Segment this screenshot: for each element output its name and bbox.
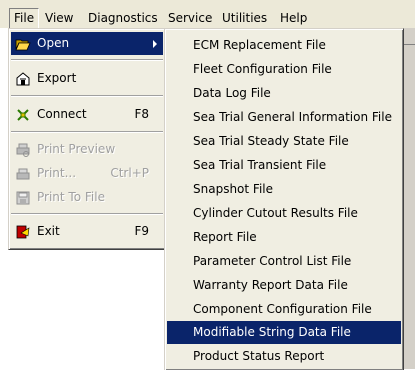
submenu-item[interactable]: Sea Trial Steady State File <box>167 130 401 153</box>
print-to-file-icon <box>15 190 31 206</box>
submenu-item-label: Sea Trial General Information File <box>193 110 392 124</box>
file-menu-item-print-to-file[interactable]: Print To File <box>11 186 163 209</box>
menu-service[interactable]: Service <box>163 8 217 28</box>
submenu-item[interactable]: Product Status Report <box>167 345 401 368</box>
file-menu-item-exit[interactable]: Exit F9 <box>11 220 163 243</box>
submenu-item[interactable]: ECM Replacement File <box>167 34 401 57</box>
file-menu-item-connect[interactable]: Connect F8 <box>11 103 163 126</box>
submenu-item-label: Data Log File <box>193 86 271 100</box>
menu-bar: File View Diagnostics Service Utilities … <box>0 0 415 30</box>
file-menu-item-label: Print... <box>37 166 77 180</box>
connect-icon <box>15 107 31 123</box>
menu-separator <box>11 59 163 61</box>
file-menu-item-label: Connect <box>37 107 87 121</box>
submenu-item-label: Snapshot File <box>193 182 273 196</box>
submenu-item-label: Product Status Report <box>193 349 325 363</box>
open-submenu: ECM Replacement File Fleet Configuration… <box>164 28 404 370</box>
file-menu-item-label: Print Preview <box>37 142 116 156</box>
submenu-item-label: ECM Replacement File <box>193 38 326 52</box>
menu-bar-strip: File View Diagnostics Service Utilities … <box>0 8 415 30</box>
menu-view[interactable]: View <box>40 8 78 28</box>
submenu-item-label: Cylinder Cutout Results File <box>193 206 358 220</box>
menu-help[interactable]: Help <box>275 8 312 28</box>
open-folder-icon <box>15 36 31 52</box>
submenu-item[interactable]: Warranty Report Data File <box>167 274 401 297</box>
file-menu-item-export[interactable]: Export <box>11 67 163 90</box>
menu-diagnostics[interactable]: Diagnostics <box>83 8 163 28</box>
submenu-item[interactable]: Fleet Configuration File <box>167 58 401 81</box>
printer-icon <box>15 166 31 182</box>
file-menu-item-print-preview[interactable]: Print Preview <box>11 138 163 161</box>
shortcut-label: F8 <box>134 107 149 121</box>
submenu-item-label: Modifiable String Data File <box>193 325 351 339</box>
submenu-item-label: Sea Trial Steady State File <box>193 134 349 148</box>
submenu-arrow-icon <box>153 40 157 48</box>
menu-separator <box>11 131 163 133</box>
shortcut-label: Ctrl+P <box>110 166 149 180</box>
file-menu-item-open[interactable]: Open <box>11 32 163 55</box>
file-menu-item-label: Exit <box>37 224 60 238</box>
submenu-item[interactable]: Sea Trial Transient File <box>167 154 401 177</box>
menu-separator <box>11 95 163 97</box>
menu-separator <box>11 213 163 215</box>
submenu-item-label: Warranty Report Data File <box>193 278 348 292</box>
submenu-item-label: Component Configuration File <box>193 302 372 316</box>
submenu-item[interactable]: Component Configuration File <box>167 298 401 321</box>
submenu-item[interactable]: Snapshot File <box>167 178 401 201</box>
file-menu-item-label: Open <box>37 36 70 50</box>
submenu-item-label: Report File <box>193 230 257 244</box>
submenu-item[interactable]: Parameter Control List File <box>167 250 401 273</box>
submenu-item[interactable]: Cylinder Cutout Results File <box>167 202 401 225</box>
file-menu-item-label: Print To File <box>37 190 105 204</box>
menu-file[interactable]: File <box>9 8 40 30</box>
submenu-item-label: Fleet Configuration File <box>193 62 332 76</box>
submenu-item-label: Parameter Control List File <box>193 254 352 268</box>
export-icon <box>15 71 31 87</box>
file-menu-item-label: Export <box>37 71 77 85</box>
submenu-item[interactable]: Data Log File <box>167 82 401 105</box>
submenu-item[interactable]: Sea Trial General Information File <box>167 106 401 129</box>
submenu-item-selected[interactable]: Modifiable String Data File <box>167 321 401 344</box>
file-menu-item-print[interactable]: Print... Ctrl+P <box>11 162 163 185</box>
print-preview-icon <box>15 142 31 158</box>
menu-utilities[interactable]: Utilities <box>217 8 272 28</box>
submenu-item[interactable]: Report File <box>167 226 401 249</box>
file-menu: Open Export Connect F8 Print Preview Pri… <box>8 28 166 250</box>
submenu-item-label: Sea Trial Transient File <box>193 158 327 172</box>
exit-icon <box>15 224 31 240</box>
shortcut-label: F9 <box>134 224 149 238</box>
